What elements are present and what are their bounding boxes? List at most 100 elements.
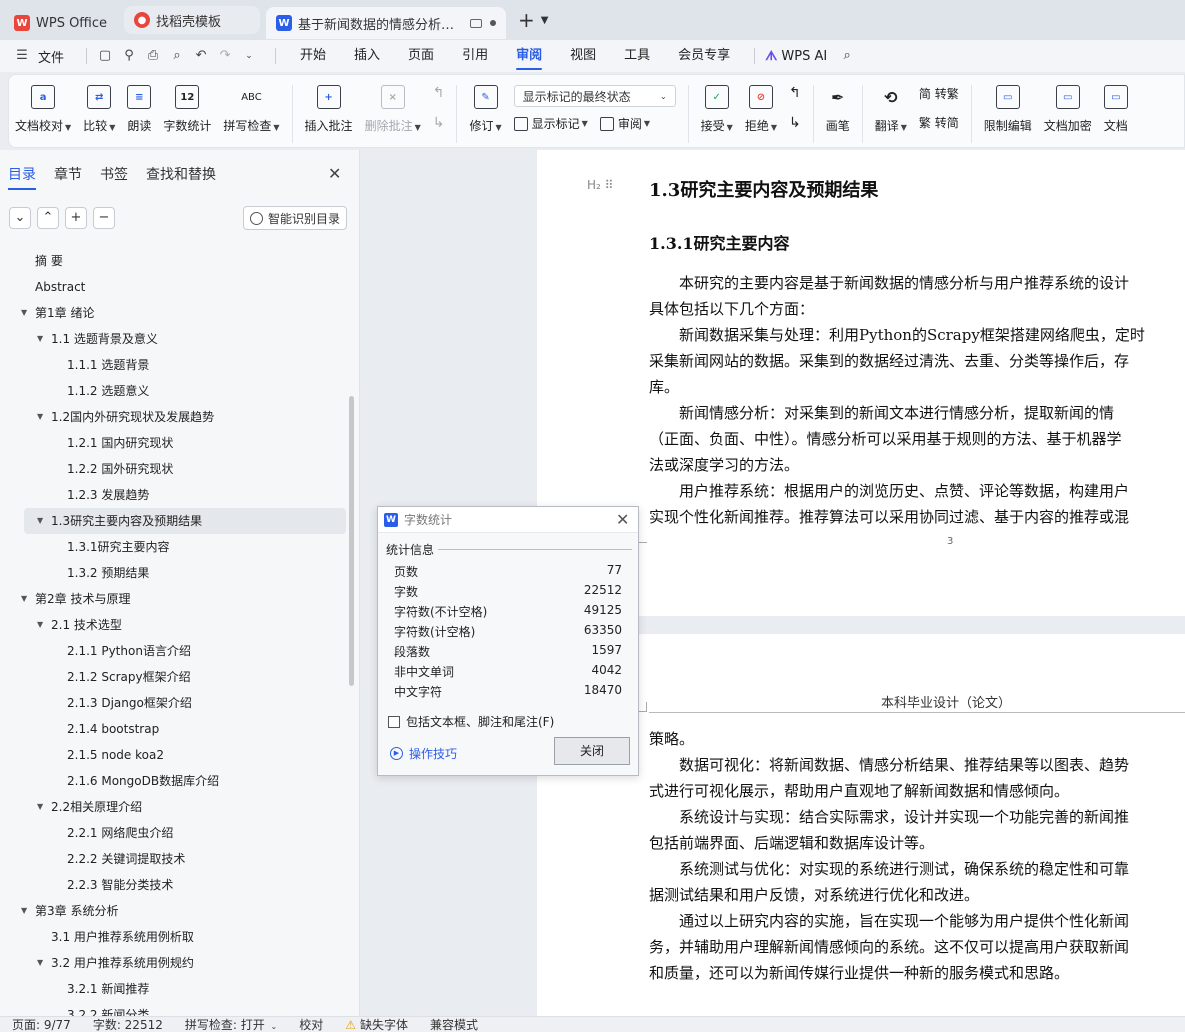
- expand-triangle-icon[interactable]: ▼: [21, 300, 27, 326]
- toc-item[interactable]: ▼ 1.1 选题背景及意义: [0, 326, 350, 352]
- previous-change-icon[interactable]: ↰: [789, 85, 801, 101]
- menu-tab-member[interactable]: 会员专享: [678, 40, 730, 72]
- nav-tab-find-replace[interactable]: 查找和替换: [146, 164, 216, 190]
- review-pane-button[interactable]: 审阅 ▼: [599, 115, 650, 132]
- tab-document[interactable]: W 基于新闻数据的情感分析与用户推荐系统: [266, 7, 506, 39]
- expand-triangle-icon[interactable]: ▼: [37, 794, 43, 820]
- missing-font-indicator[interactable]: ⚠ 缺失字体: [345, 1017, 408, 1032]
- checkbox-box[interactable]: [388, 715, 400, 728]
- nav-tab-bookmark[interactable]: 书签: [100, 164, 128, 190]
- hamburger-icon[interactable]: ☰: [14, 48, 30, 64]
- next-change-icon[interactable]: ↳: [789, 115, 801, 131]
- toc-item[interactable]: 3.1 用户推荐系统用例析取: [0, 924, 350, 950]
- word-count-indicator[interactable]: 字数: 22512: [93, 1017, 163, 1032]
- toc-item[interactable]: 1.1.2 选题意义: [0, 378, 350, 404]
- scrollbar[interactable]: [349, 396, 354, 686]
- toc-item[interactable]: Abstract: [0, 274, 350, 300]
- undo-icon[interactable]: ↶: [193, 48, 209, 64]
- toc-item[interactable]: 摘 要: [0, 248, 350, 274]
- toc-item[interactable]: 2.2.3 智能分类技术: [0, 872, 350, 898]
- expand-triangle-icon[interactable]: ▼: [37, 326, 43, 352]
- previous-comment-icon[interactable]: ↰: [433, 85, 445, 101]
- page-indicator[interactable]: 页面: 9/77: [12, 1017, 71, 1032]
- save-icon[interactable]: ▢: [97, 48, 113, 64]
- add-heading-icon[interactable]: +: [65, 207, 87, 229]
- pen-button[interactable]: ✒ 画笔: [826, 85, 850, 141]
- nav-tab-chapter[interactable]: 章节: [54, 164, 82, 190]
- print-icon[interactable]: ⎙: [145, 48, 161, 64]
- toc-item[interactable]: 2.1.4 bootstrap: [0, 716, 350, 742]
- toc-item[interactable]: 1.1.1 选题背景: [0, 352, 350, 378]
- toc-item[interactable]: ▼ 第1章 绪论: [0, 300, 350, 326]
- restrict-edit-button[interactable]: ▭ 限制编辑: [984, 85, 1032, 141]
- toc-item[interactable]: 1.2.2 国外研究现状: [0, 456, 350, 482]
- toc-item[interactable]: ▼ 1.3研究主要内容及预期结果: [24, 508, 346, 534]
- toc-item[interactable]: 2.2.1 网络爬虫介绍: [0, 820, 350, 846]
- redo-icon[interactable]: ↷: [217, 48, 233, 64]
- menu-tab-reference[interactable]: 引用: [462, 40, 488, 72]
- delete-comment-button[interactable]: × 删除批注 ▼: [365, 85, 421, 141]
- menu-tab-start[interactable]: 开始: [300, 40, 326, 72]
- close-icon[interactable]: ✕: [616, 510, 629, 529]
- nav-tab-toc[interactable]: 目录: [8, 164, 36, 190]
- toc-item[interactable]: 3.2.1 新闻推荐: [0, 976, 350, 1002]
- more-doc-button[interactable]: ▭ 文档: [1103, 85, 1128, 141]
- expand-down-icon[interactable]: ⌄: [9, 207, 31, 229]
- collapse-up-icon[interactable]: ⌃: [37, 207, 59, 229]
- print-preview-icon[interactable]: ⌕: [169, 48, 185, 64]
- expand-triangle-icon[interactable]: ▼: [37, 950, 43, 976]
- compare-button[interactable]: ⇄ 比较 ▼: [83, 85, 115, 141]
- heading-drag-handle-icon[interactable]: H₂ ⠿: [587, 178, 613, 192]
- menu-tab-page[interactable]: 页面: [408, 40, 434, 72]
- new-tab-plus-icon[interactable]: +: [518, 8, 535, 32]
- toc-item[interactable]: 2.2.2 关键词提取技术: [0, 846, 350, 872]
- share-icon[interactable]: ⚲: [121, 48, 137, 64]
- encrypt-button[interactable]: ▭ 文档加密: [1044, 85, 1092, 141]
- toc-item[interactable]: ▼ 第3章 系统分析: [0, 898, 350, 924]
- proof-indicator[interactable]: 校对: [299, 1017, 323, 1032]
- toc-item[interactable]: 2.1.5 node koa2: [0, 742, 350, 768]
- accept-button[interactable]: ✓ 接受 ▼: [701, 85, 733, 141]
- reject-button[interactable]: ⊘ 拒绝 ▼: [745, 85, 777, 141]
- expand-triangle-icon[interactable]: ▼: [37, 612, 43, 638]
- word-count-button[interactable]: 12 字数统计: [163, 85, 211, 141]
- toc-item[interactable]: 1.3.1研究主要内容: [0, 534, 350, 560]
- next-comment-icon[interactable]: ↳: [433, 115, 445, 131]
- toc-item[interactable]: ▼ 2.1 技术选型: [0, 612, 350, 638]
- search-icon[interactable]: ⌕: [839, 48, 855, 64]
- toc-item[interactable]: ▼ 3.2 用户推荐系统用例规约: [0, 950, 350, 976]
- read-aloud-button[interactable]: ≡ 朗读: [127, 85, 151, 141]
- menu-tab-tools[interactable]: 工具: [624, 40, 650, 72]
- remove-heading-icon[interactable]: −: [93, 207, 115, 229]
- expand-triangle-icon[interactable]: ▼: [37, 508, 43, 534]
- file-menu[interactable]: 文件: [38, 47, 64, 66]
- toc-item[interactable]: 1.2.1 国内研究现状: [0, 430, 350, 456]
- tab-template[interactable]: ● 找稻壳模板: [124, 6, 260, 34]
- toc-item[interactable]: 2.1.3 Django框架介绍: [0, 690, 350, 716]
- toc-item[interactable]: 2.1.2 Scrapy框架介绍: [0, 664, 350, 690]
- wps-ai-button[interactable]: WPS AI: [781, 49, 827, 64]
- toc-item[interactable]: 1.2.3 发展趋势: [0, 482, 350, 508]
- revise-button[interactable]: ✎ 修订 ▼: [469, 85, 502, 141]
- include-textbox-checkbox[interactable]: 包括文本框、脚注和尾注(F): [388, 713, 554, 730]
- to-traditional-button[interactable]: 简 转繁: [919, 85, 959, 102]
- expand-triangle-icon[interactable]: ▼: [21, 586, 27, 612]
- expand-triangle-icon[interactable]: ▼: [21, 898, 27, 924]
- tab-wps-home[interactable]: W WPS Office: [4, 7, 120, 39]
- chevron-down-icon[interactable]: ▼: [541, 15, 549, 26]
- dialog-titlebar[interactable]: W 字数统计: [378, 507, 638, 533]
- menu-tab-view[interactable]: 视图: [570, 40, 596, 72]
- toc-item[interactable]: 2.1.1 Python语言介绍: [0, 638, 350, 664]
- to-simplified-button[interactable]: 繁 转简: [919, 114, 959, 131]
- menu-tab-review[interactable]: 审阅: [516, 40, 543, 72]
- toc-item[interactable]: ▼ 第2章 技术与原理: [0, 586, 350, 612]
- expand-triangle-icon[interactable]: ▼: [37, 404, 43, 430]
- translate-button[interactable]: ⟲ 翻译 ▼: [875, 85, 907, 141]
- toc-item[interactable]: ▼ 2.2相关原理介绍: [0, 794, 350, 820]
- markup-state-select[interactable]: 显示标记的最终状态 ⌄: [513, 85, 676, 107]
- doc-check-button[interactable]: a 文档校对 ▼: [15, 85, 71, 141]
- chevron-down-icon[interactable]: ⌄: [241, 48, 257, 64]
- spell-check-button[interactable]: ABC 拼写检查 ▼: [223, 85, 279, 141]
- close-button[interactable]: 关闭: [554, 737, 630, 765]
- close-icon[interactable]: ✕: [328, 164, 341, 183]
